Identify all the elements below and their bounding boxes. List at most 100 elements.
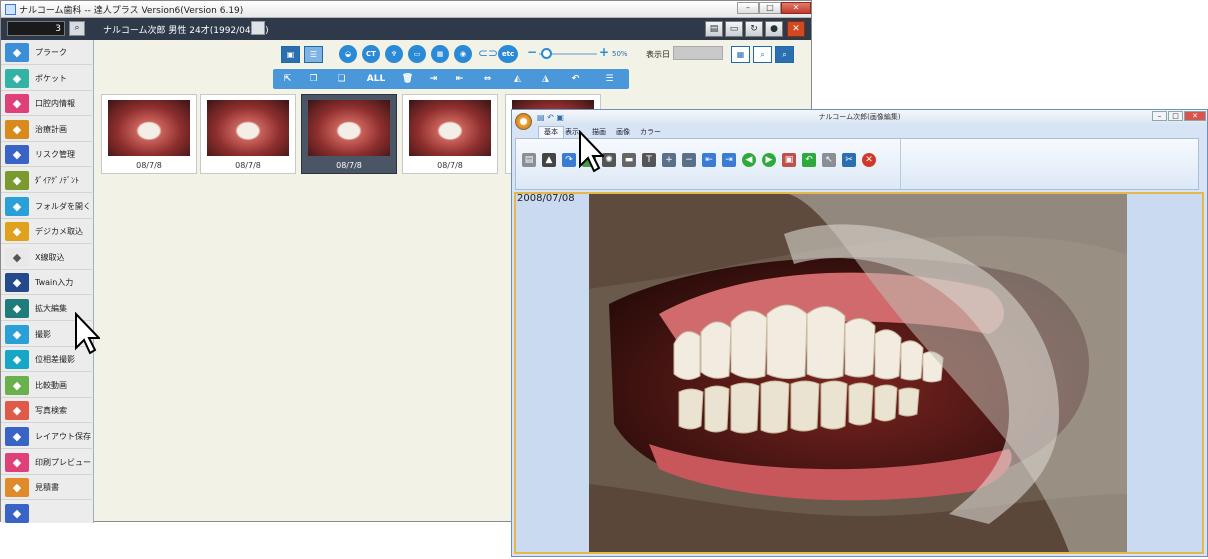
monitor-icon: ▭ [729,24,739,34]
calendar-button[interactable]: ▦ [731,46,750,63]
thumbnail-image [409,100,491,156]
photo-thumbnail[interactable]: 08/7/8 [301,94,397,174]
sidebar-item-label: ﾀﾞｲｱｸﾞﾉﾃﾞﾝﾄ [35,176,79,185]
intraoral-photo[interactable] [589,194,1127,552]
text-icon[interactable]: T [642,153,656,167]
patient-search-button[interactable]: ⌕ [69,21,85,36]
editor-close-button[interactable]: ✕ [1184,111,1206,121]
zoom-in-icon[interactable]: + [662,153,676,167]
quick-access-toolbar[interactable]: ▤ ↶ ▣ [537,113,564,122]
sidebar-item[interactable]: ◆ 写真検索 [1,398,92,424]
patient-id-input[interactable]: 3 [7,21,65,36]
sidebar-item[interactable]: ◆ レイアウト保存 [1,424,92,449]
zoom-in-icon[interactable]: + [599,45,609,59]
fit-left-icon[interactable]: ⇤ [702,153,716,167]
photo-thumbnail[interactable]: 08/7/8 [402,94,498,174]
etc-filter-button[interactable]: etc [498,45,518,63]
rotate-icon[interactable]: ↶ [565,71,586,87]
menu-icon[interactable]: ☰ [599,71,620,87]
photo-view-button[interactable]: ▣ [281,46,300,63]
sidebar-item-label: リスク管理 [35,150,75,160]
xray-icon: ◆ [5,247,29,267]
sidebar-item[interactable]: ◆ 治療計画 [1,117,92,142]
maximize-button[interactable]: □ [759,2,781,14]
monitor-button[interactable]: ▭ [725,21,743,37]
sidebar-item[interactable]: ◆ ﾀﾞｲｱｸﾞﾉﾃﾞﾝﾄ [1,168,92,193]
print-icon: ◆ [5,452,29,472]
link-icon[interactable]: ⊂⊃ [478,46,498,60]
sidebar-item[interactable]: ◆ 見積書 [1,475,92,501]
sidebar-item[interactable]: ◆ プラーク [1,40,92,65]
zoom-out-icon[interactable]: − [527,45,537,59]
sidebar-item[interactable]: ◆ X線取込 [1,245,92,270]
close-button[interactable]: ✕ [781,2,811,14]
grid-filter-button[interactable]: ▦ [431,45,449,63]
calendar-icon: ▦ [736,50,745,59]
thumbnail-image [207,100,289,156]
sidebar-item[interactable]: ◆ Twain入力 [1,270,92,296]
zoom-percent: 50% [612,50,628,58]
sidebar-item[interactable]: ◆ フォルダを開く [1,194,92,219]
camera-filter-button[interactable]: ◉ [454,45,472,63]
flip-horizontal-icon[interactable]: ◭ [507,71,528,87]
delete-icon[interactable]: 🗑 [397,71,418,87]
move-left-icon[interactable]: ⇤ [449,71,470,87]
next-icon[interactable]: ▶ [762,153,776,167]
search-image-button[interactable]: ⌕ [753,46,772,63]
prev-icon[interactable]: ◀ [742,153,756,167]
move-right-icon[interactable]: ⇥ [423,71,444,87]
redo-arrow-icon[interactable]: ↷ [562,153,576,167]
ribbon-tab[interactable]: 基本 [538,126,564,138]
zoom-slider-handle[interactable] [541,48,552,59]
sidebar-item[interactable]: ◆ 比較動画 [1,373,92,398]
sidebar-item[interactable]: ◆ ポケット [1,66,92,91]
print-icon[interactable]: ▤ [522,153,536,167]
user-button[interactable]: ● [765,21,783,37]
zoom-edit-icon: ◆ [5,299,29,318]
pointer-icon[interactable]: ↖ [822,153,836,167]
ct-filter-button[interactable]: CT [362,45,380,63]
image-filter-button[interactable]: ▭ [408,45,426,63]
crop-icon[interactable]: ▣ [782,153,796,167]
zoom-out-icon[interactable]: − [682,153,696,167]
editor-maximize-button[interactable]: □ [1168,111,1183,121]
tooth-filter-button[interactable]: ♆ [385,45,403,63]
sidebar-item[interactable]: ◆ デジカメ取込 [1,219,92,245]
list-icon: ☰ [309,50,318,59]
patient-card-icon[interactable] [251,21,265,35]
brightness-icon[interactable]: ✺ [602,153,616,167]
book-button[interactable]: ▤ [705,21,723,37]
sidebar-item[interactable]: ◆ [1,501,92,523]
mouth-icon: ◒ [344,50,352,58]
header-close-button[interactable]: ✕ [787,21,805,37]
duplicate-icon[interactable]: ❏ [331,71,352,87]
flip-vertical-icon[interactable]: ◮ [535,71,556,87]
mouth-filter-button[interactable]: ◒ [339,45,357,63]
select-all-button[interactable]: ALL [361,71,391,87]
list-view-button[interactable]: ☰ [304,46,323,63]
cut-icon[interactable]: ✂ [842,153,856,167]
ribbon-tab[interactable]: 画像 [616,127,630,137]
sidebar-item[interactable]: ◆ 印刷プレビュー [1,450,92,475]
sidebar-item[interactable]: ◆ リスク管理 [1,142,92,168]
ribbon-tab[interactable]: カラー [640,127,661,137]
refresh-button[interactable]: ↻ [745,21,763,37]
editor-minimize-button[interactable]: – [1152,111,1167,121]
all-search-button[interactable]: ⌕ [775,46,794,63]
fit-right-icon[interactable]: ⇥ [722,153,736,167]
copy-icon[interactable]: ❐ [303,71,324,87]
contrast-icon[interactable]: ▲ [542,153,556,167]
swap-icon[interactable]: ⇔ [477,71,498,87]
sidebar-item-label: プラーク [35,48,67,57]
level-icon[interactable]: ▬ [622,153,636,167]
minimize-button[interactable]: – [737,2,759,14]
undo-icon[interactable]: ↶ [802,153,816,167]
photo-thumbnail[interactable]: 08/7/8 [200,94,296,174]
export-icon[interactable]: ⇱ [277,71,298,87]
delete-icon[interactable]: ✕ [862,153,876,167]
photo-thumbnail[interactable]: 08/7/8 [101,94,197,174]
plaque-icon: ◆ [5,43,29,62]
ribbon-tab[interactable]: 表示 [565,127,579,137]
display-date-field[interactable] [673,46,723,60]
sidebar-item[interactable]: ◆ 口腔内情報 [1,91,92,117]
